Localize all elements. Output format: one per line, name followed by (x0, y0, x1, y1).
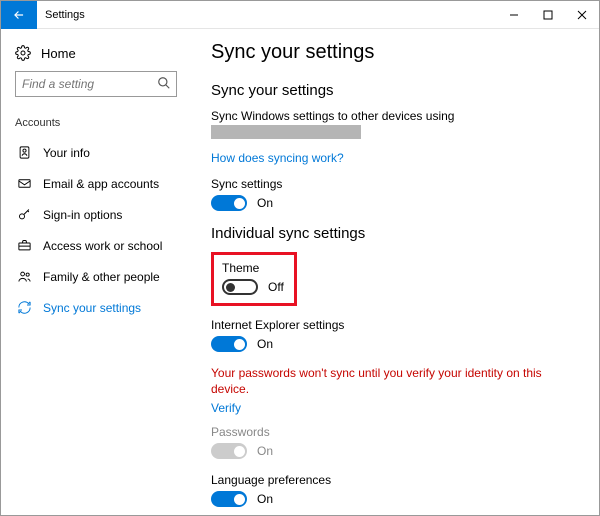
search-box[interactable] (15, 71, 177, 97)
sidebar-section: Accounts (1, 111, 191, 137)
toggle-ie: Internet Explorer settings On (211, 318, 577, 352)
toggle-state: On (257, 337, 273, 351)
toggle-state: On (257, 492, 273, 506)
back-button[interactable] (1, 1, 37, 29)
sidebar-item-label: Sign-in options (43, 208, 122, 222)
sync-description: Sync Windows settings to other devices u… (211, 109, 577, 123)
help-link[interactable]: How does syncing work? (211, 151, 344, 165)
toggle-label: Sync settings (211, 177, 577, 191)
toggle-label: Theme (222, 261, 284, 275)
section-heading: Individual sync settings (211, 225, 577, 242)
window-title: Settings (37, 9, 85, 21)
sidebar-item-your-info[interactable]: Your info (1, 137, 191, 168)
account-redacted (211, 125, 361, 139)
toggle-language: Language preferences On (211, 473, 577, 507)
people-icon (15, 269, 33, 284)
highlight-theme: Theme Off (211, 252, 297, 306)
sidebar-item-label: Email & app accounts (43, 177, 159, 191)
person-icon (15, 145, 33, 160)
toggle-sync-settings: Sync settings On (211, 177, 577, 211)
search-input[interactable] (15, 71, 177, 97)
sidebar: Home Accounts Your info Email & app acco… (1, 29, 191, 515)
sync-icon (15, 300, 33, 315)
sidebar-item-label: Your info (43, 146, 90, 160)
sidebar-item-family[interactable]: Family & other people (1, 261, 191, 292)
sidebar-item-email[interactable]: Email & app accounts (1, 168, 191, 199)
window-controls (497, 1, 599, 29)
password-warning: Your passwords won't sync until you veri… (211, 366, 577, 397)
key-icon (15, 207, 33, 222)
home-link[interactable]: Home (1, 39, 191, 71)
verify-link[interactable]: Verify (211, 401, 241, 415)
main-content: Sync your settings Sync your settings Sy… (191, 29, 599, 515)
close-button[interactable] (565, 1, 599, 29)
sidebar-item-work[interactable]: Access work or school (1, 230, 191, 261)
home-label: Home (41, 46, 76, 61)
mail-icon (15, 176, 33, 191)
sidebar-item-signin[interactable]: Sign-in options (1, 199, 191, 230)
sidebar-item-label: Family & other people (43, 270, 160, 284)
briefcase-icon (15, 238, 33, 253)
toggle-label: Language preferences (211, 473, 577, 487)
language-switch[interactable] (211, 491, 247, 507)
sidebar-item-sync[interactable]: Sync your settings (1, 292, 191, 323)
toggle-label: Internet Explorer settings (211, 318, 577, 332)
sync-settings-switch[interactable] (211, 195, 247, 211)
search-icon (157, 76, 171, 90)
sidebar-item-label: Sync your settings (43, 301, 141, 315)
gear-icon (15, 45, 31, 61)
minimize-button[interactable] (497, 1, 531, 29)
titlebar: Settings (1, 1, 599, 29)
maximize-button[interactable] (531, 1, 565, 29)
page-title: Sync your settings (211, 41, 577, 64)
toggle-label: Passwords (211, 425, 577, 439)
theme-switch[interactable] (222, 279, 258, 295)
sidebar-item-label: Access work or school (43, 239, 162, 253)
section-heading: Sync your settings (211, 82, 577, 99)
toggle-state: On (257, 196, 273, 210)
ie-switch[interactable] (211, 336, 247, 352)
toggle-state: On (257, 444, 273, 458)
toggle-passwords: Passwords On (211, 425, 577, 459)
toggle-state: Off (268, 280, 284, 294)
passwords-switch (211, 443, 247, 459)
